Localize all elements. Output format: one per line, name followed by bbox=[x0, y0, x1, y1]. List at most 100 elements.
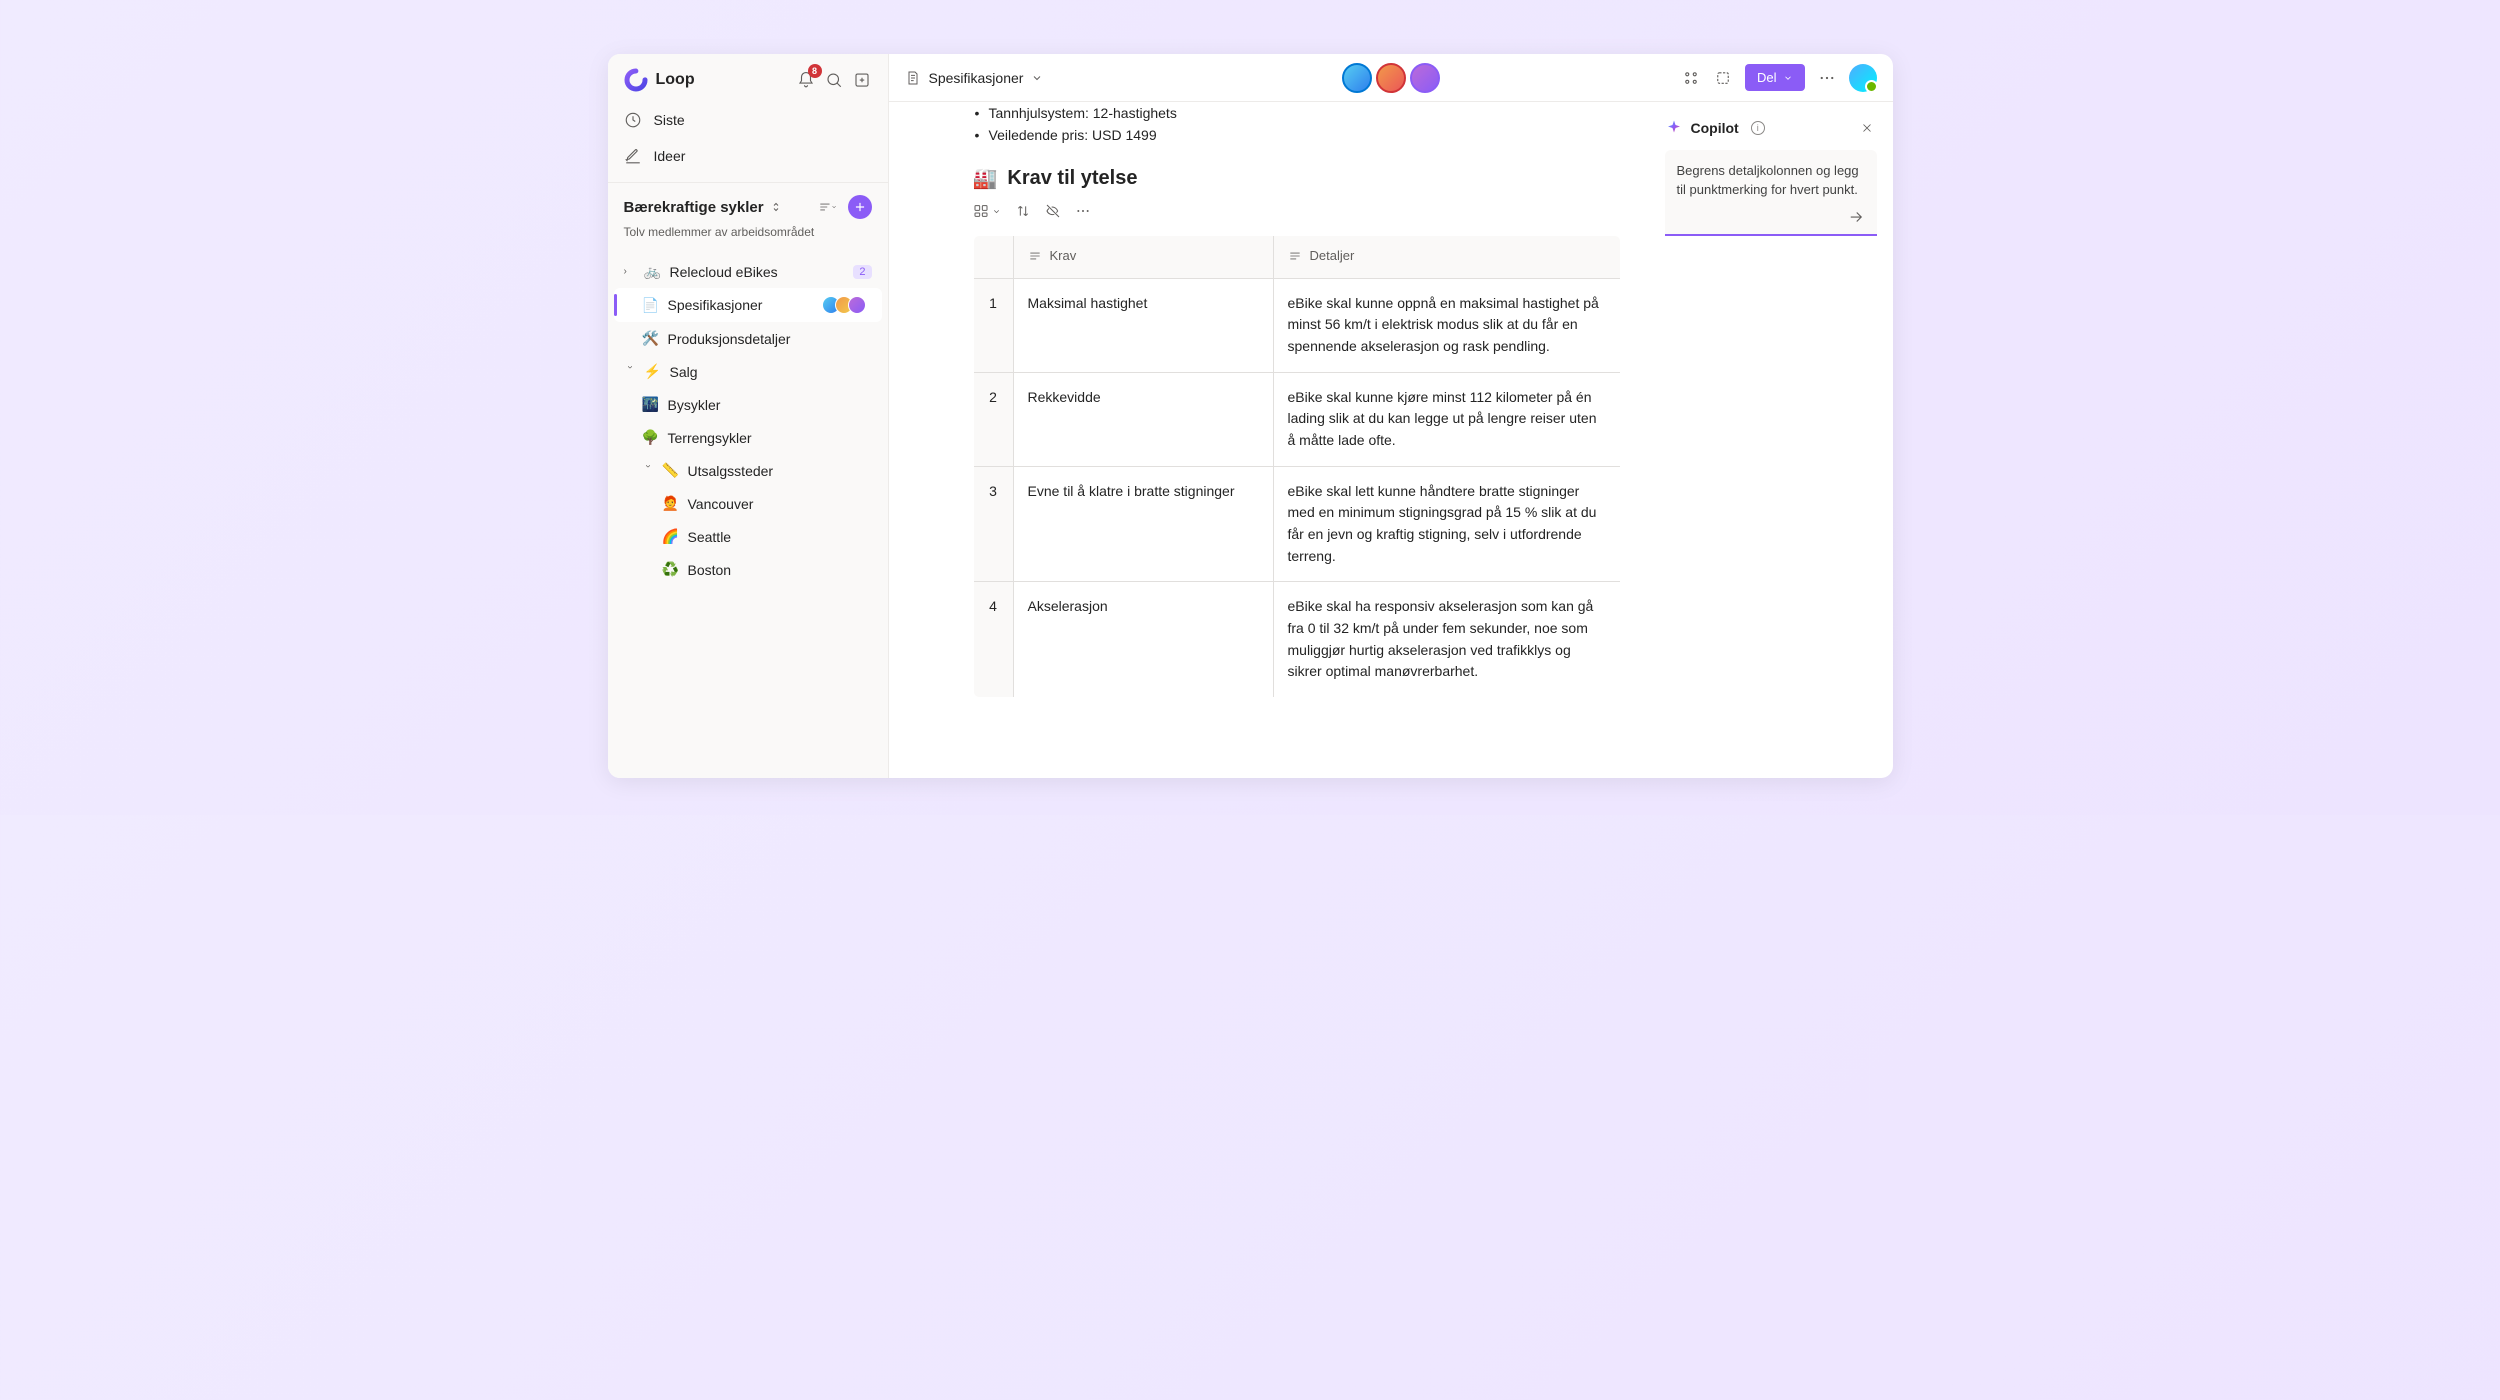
close-copilot-button[interactable] bbox=[1857, 118, 1877, 138]
tree-label: Vancouver bbox=[688, 496, 872, 512]
row-krav[interactable]: Rekkevidde bbox=[1013, 372, 1273, 466]
row-krav[interactable]: Akselerasjon bbox=[1013, 582, 1273, 698]
sidebar-tree: › 🚲 Relecloud eBikes 2 📄 Spesifikasjoner… bbox=[608, 247, 888, 778]
tree-item-boston[interactable]: ♻️ Boston bbox=[608, 553, 888, 586]
loop-logo-icon bbox=[624, 68, 648, 92]
app-window: Loop 8 Siste Ideer bbox=[608, 54, 1893, 778]
factory-emoji: 🏭 bbox=[973, 166, 998, 191]
add-workspace-button[interactable] bbox=[848, 195, 872, 219]
row-krav[interactable]: Evne til å klatre i bratte stigninger bbox=[1013, 466, 1273, 582]
presence-avatar-1[interactable] bbox=[1342, 63, 1372, 93]
row-num: 1 bbox=[973, 278, 1013, 372]
ellipsis-icon bbox=[1075, 203, 1091, 219]
row-num: 2 bbox=[973, 372, 1013, 466]
more-button[interactable] bbox=[1817, 68, 1837, 88]
presence-avatars-mini bbox=[827, 296, 866, 314]
search-icon bbox=[825, 71, 843, 89]
share-button[interactable]: Del bbox=[1745, 64, 1805, 91]
more-table-button[interactable] bbox=[1075, 203, 1091, 219]
copilot-submit-button[interactable] bbox=[1677, 208, 1865, 226]
workspace-subtitle: Tolv medlemmer av arbeidsområdet bbox=[624, 225, 872, 239]
chevron-right-icon: › bbox=[624, 266, 636, 277]
workspace-section: Bærekraftige sykler Tolv medlemmer av ar… bbox=[608, 182, 888, 247]
chevron-down-icon bbox=[1031, 72, 1043, 84]
workspace-switcher[interactable]: Bærekraftige sykler bbox=[624, 199, 782, 216]
close-icon bbox=[1860, 121, 1874, 135]
chevron-down-icon: › bbox=[642, 465, 653, 477]
col-header-num[interactable] bbox=[973, 236, 1013, 279]
sort-button[interactable] bbox=[818, 197, 838, 217]
tree-item-utsalgssteder[interactable]: › 📏 Utsalgssteder bbox=[608, 454, 888, 487]
tree-item-relecloud[interactable]: › 🚲 Relecloud eBikes 2 bbox=[608, 255, 888, 288]
command-button[interactable] bbox=[1681, 68, 1701, 88]
sort-button[interactable] bbox=[1015, 203, 1031, 219]
tree-item-salg[interactable]: › ⚡ Salg bbox=[608, 355, 888, 388]
tree-label: Salg bbox=[670, 364, 872, 380]
tree-item-vancouver[interactable]: 🧑‍🦰 Vancouver bbox=[608, 487, 888, 520]
notifications-button[interactable]: 8 bbox=[796, 70, 816, 90]
col-header-detaljer[interactable]: Detaljer bbox=[1273, 236, 1620, 279]
add-page-icon bbox=[853, 71, 871, 89]
copilot-panel: Copilot i Begrens detaljkolonnen og legg… bbox=[1657, 102, 1893, 778]
ruler-emoji: 📏 bbox=[662, 462, 680, 479]
copilot-prompt-card[interactable]: Begrens detaljkolonnen og legg til punkt… bbox=[1665, 150, 1877, 236]
tree-label: Utsalgssteder bbox=[688, 463, 872, 479]
bullet-item[interactable]: Veiledende pris: USD 1499 bbox=[973, 124, 1621, 146]
row-num: 3 bbox=[973, 466, 1013, 582]
hide-button[interactable] bbox=[1045, 203, 1061, 219]
card-view-icon bbox=[973, 203, 989, 219]
row-detaljer[interactable]: eBike skal ha responsiv akselerasjon som… bbox=[1273, 582, 1620, 698]
search-button[interactable] bbox=[824, 70, 844, 90]
view-button[interactable] bbox=[973, 203, 1001, 219]
pen-icon bbox=[624, 147, 642, 165]
requirements-table[interactable]: Krav Detaljer 1 Maksimal hastighet eBike… bbox=[973, 235, 1621, 698]
tree-item-spesifikasjoner[interactable]: 📄 Spesifikasjoner bbox=[614, 288, 882, 322]
nav-recent[interactable]: Siste bbox=[608, 102, 888, 138]
chevron-down-icon bbox=[1783, 73, 1793, 83]
nav-ideas[interactable]: Ideer bbox=[608, 138, 888, 174]
tree-item-produksjon[interactable]: 🛠️ Produksjonsdetaljer bbox=[608, 322, 888, 355]
presence-avatar-3[interactable] bbox=[1410, 63, 1440, 93]
component-icon bbox=[1714, 69, 1732, 87]
table-row[interactable]: 4 Akselerasjon eBike skal ha responsiv a… bbox=[973, 582, 1620, 698]
section-heading[interactable]: 🏭 Krav til ytelse bbox=[973, 166, 1621, 191]
arrow-right-icon bbox=[1847, 208, 1865, 226]
app-logo[interactable]: Loop bbox=[624, 68, 695, 92]
app-name: Loop bbox=[656, 71, 695, 89]
copilot-header: Copilot i bbox=[1665, 114, 1877, 150]
new-page-button[interactable] bbox=[852, 70, 872, 90]
tree-label: Terrengsykler bbox=[668, 430, 872, 446]
profile-avatar[interactable] bbox=[1849, 64, 1877, 92]
component-button[interactable] bbox=[1713, 68, 1733, 88]
bolt-emoji: ⚡ bbox=[644, 363, 662, 380]
row-detaljer[interactable]: eBike skal kunne oppnå en maksimal hasti… bbox=[1273, 278, 1620, 372]
sort-icon bbox=[1015, 203, 1031, 219]
table-row[interactable]: 1 Maksimal hastighet eBike skal kunne op… bbox=[973, 278, 1620, 372]
breadcrumb[interactable]: Spesifikasjoner bbox=[905, 70, 1044, 86]
presence-avatars[interactable] bbox=[1342, 63, 1440, 93]
sidebar: Loop 8 Siste Ideer bbox=[608, 54, 889, 778]
copilot-title: Copilot bbox=[1691, 120, 1739, 136]
row-krav[interactable]: Maksimal hastighet bbox=[1013, 278, 1273, 372]
table-row[interactable]: 2 Rekkevidde eBike skal kunne kjøre mins… bbox=[973, 372, 1620, 466]
chevron-updown-icon bbox=[770, 201, 782, 213]
bullet-item[interactable]: Tannhjulsystem: 12-hastighets bbox=[973, 102, 1621, 124]
tree-label: Seattle bbox=[688, 529, 872, 545]
document-body[interactable]: Tannhjulsystem: 12-hastighets Veiledende… bbox=[889, 102, 1657, 778]
tree-label: Bysykler bbox=[668, 397, 872, 413]
tree-item-bysykler[interactable]: 🌃 Bysykler bbox=[608, 388, 888, 421]
chevron-down-icon: › bbox=[624, 366, 635, 378]
row-detaljer[interactable]: eBike skal lett kunne håndtere bratte st… bbox=[1273, 466, 1620, 582]
tree-item-terrengsykler[interactable]: 🌳 Terrengsykler bbox=[608, 421, 888, 454]
row-detaljer[interactable]: eBike skal kunne kjøre minst 112 kilomet… bbox=[1273, 372, 1620, 466]
recycle-emoji: ♻️ bbox=[662, 561, 680, 578]
breadcrumb-title: Spesifikasjoner bbox=[929, 70, 1024, 86]
info-icon[interactable]: i bbox=[1751, 121, 1765, 135]
col-header-krav[interactable]: Krav bbox=[1013, 236, 1273, 279]
topbar: Spesifikasjoner Del bbox=[889, 54, 1893, 102]
table-row[interactable]: 3 Evne til å klatre i bratte stigninger … bbox=[973, 466, 1620, 582]
presence-avatar-2[interactable] bbox=[1376, 63, 1406, 93]
tools-emoji: 🛠️ bbox=[642, 330, 660, 347]
tree-item-seattle[interactable]: 🌈 Seattle bbox=[608, 520, 888, 553]
share-label: Del bbox=[1757, 70, 1777, 85]
